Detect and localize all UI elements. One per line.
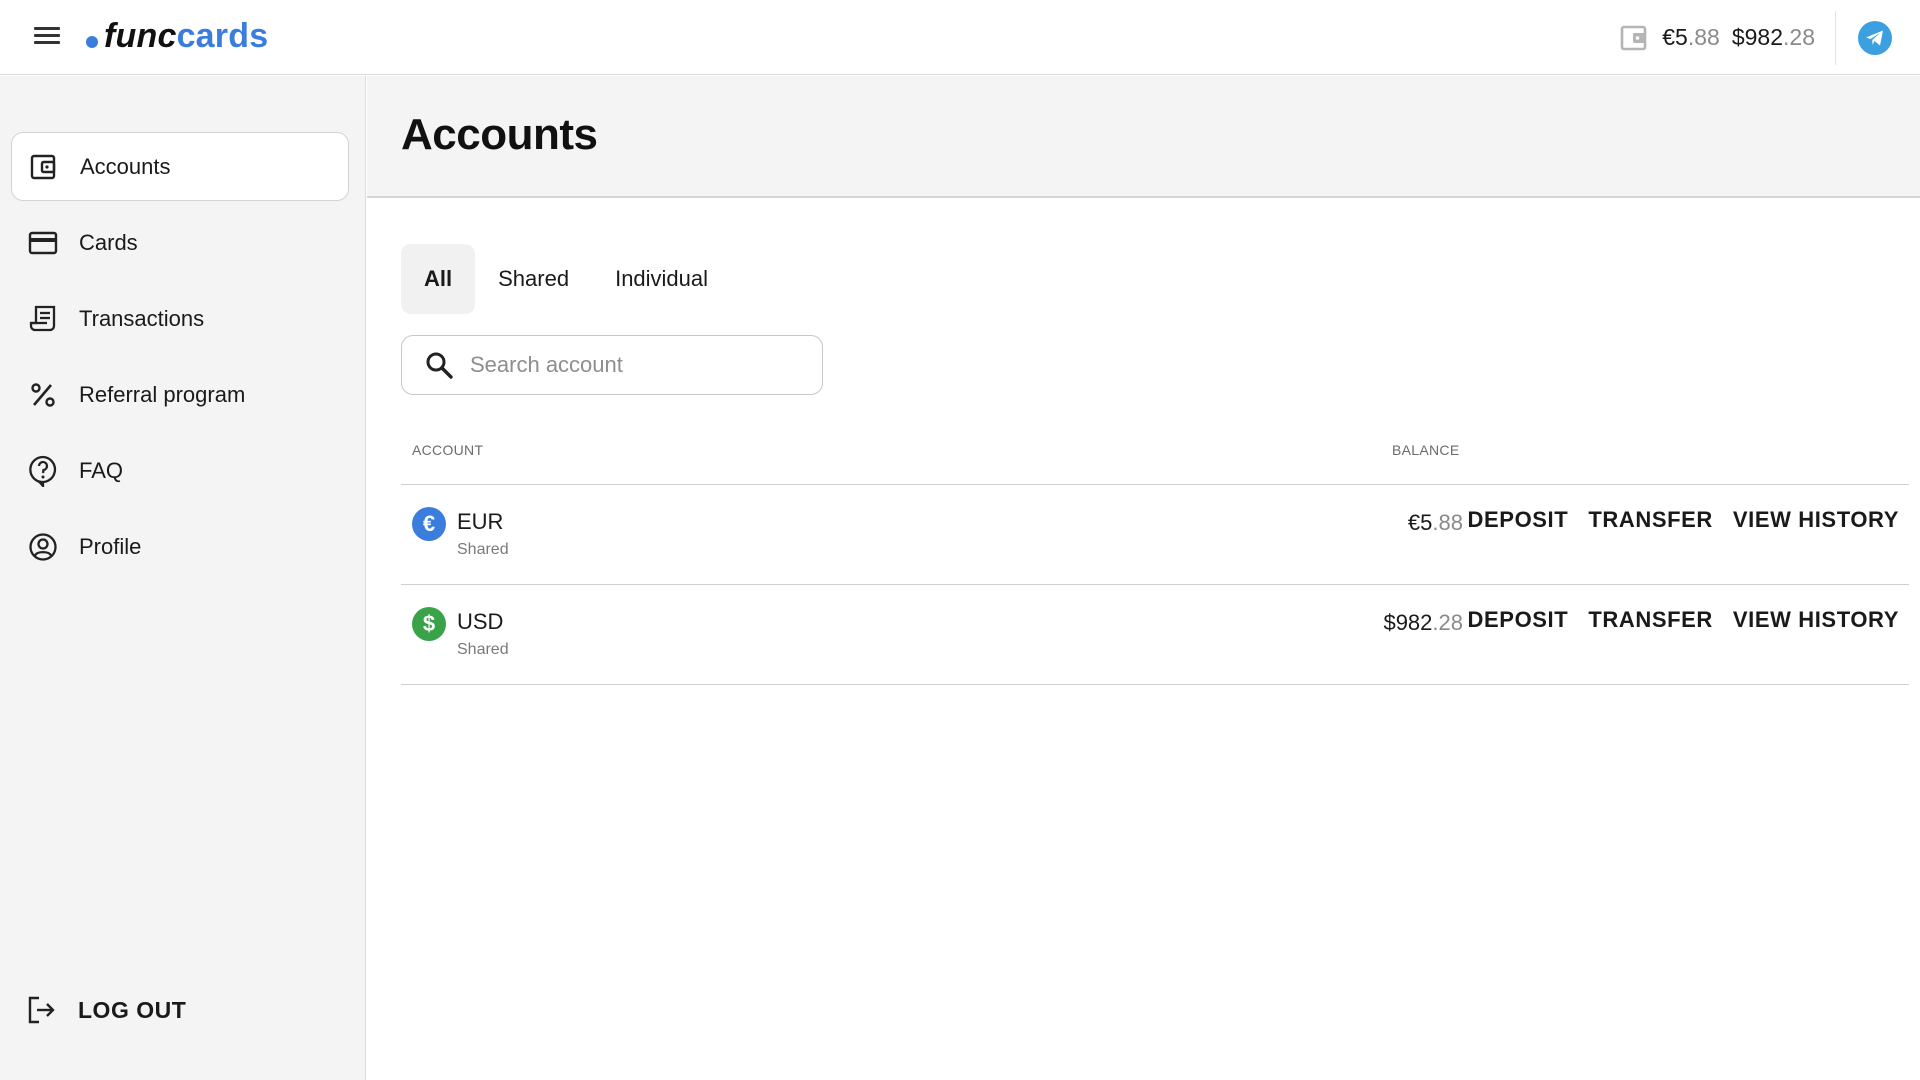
euro-symbol: € (422, 511, 436, 536)
account-filter-tabs: All Shared Individual (401, 244, 731, 314)
logo[interactable]: func cards (86, 14, 268, 58)
logo-dot (86, 36, 98, 48)
account-code: USD (457, 609, 504, 634)
balance-int: $982 (1383, 610, 1433, 635)
header-balance-usd: $982.28 (1732, 24, 1815, 51)
telegram-icon (1866, 30, 1883, 45)
sidebar-item-label: Cards (79, 229, 138, 255)
sidebar: Accounts Cards Transactions Referral pro… (0, 76, 366, 1080)
sidebar-item-label: Accounts (80, 153, 171, 179)
logout-icon (28, 996, 55, 1024)
sidebar-item-referral[interactable]: Referral program (11, 360, 349, 429)
top-header: func cards €5.88 $982.28 (0, 0, 1920, 75)
logout-button[interactable]: LOG OUT (26, 994, 186, 1026)
sidebar-item-label: Transactions (79, 305, 205, 331)
sidebar-item-profile[interactable]: Profile (11, 512, 349, 581)
column-header-balance: BALANCE (1392, 442, 1460, 458)
search-input[interactable] (470, 352, 800, 378)
sidebar-item-transactions[interactable]: Transactions (11, 284, 349, 353)
deposit-button[interactable]: DEPOSIT (1468, 507, 1569, 533)
credit-card-icon (27, 227, 59, 259)
account-type: Shared (457, 541, 509, 558)
header-balance-eur-dec: .88 (1687, 24, 1720, 50)
account-code: EUR (457, 509, 504, 534)
header-balances: €5.88 $982.28 (1620, 0, 1920, 75)
row-actions: DEPOSIT TRANSFER VIEW HISTORY (1448, 607, 1899, 633)
column-header-account: ACCOUNT (412, 442, 484, 458)
tab-shared[interactable]: Shared (475, 244, 592, 314)
wallet-icon (28, 151, 60, 183)
row-actions: DEPOSIT TRANSFER VIEW HISTORY (1448, 507, 1899, 533)
percent-icon (27, 379, 59, 411)
sidebar-item-cards[interactable]: Cards (11, 208, 349, 277)
logo-text-cards: cards (176, 16, 269, 55)
tab-all[interactable]: All (401, 244, 476, 314)
sidebar-item-label: Referral program (79, 381, 246, 407)
help-bubble-icon (27, 455, 59, 487)
account-type: Shared (457, 641, 509, 658)
view-history-button[interactable]: VIEW HISTORY (1733, 607, 1899, 633)
table-row-eur[interactable]: € EUR Shared €5.88 DEPOSIT TRANSFER VIEW… (401, 485, 1909, 585)
sidebar-item-label: Profile (79, 533, 142, 559)
search-icon (426, 352, 453, 379)
hamburger-menu-icon[interactable] (32, 24, 62, 48)
view-history-button[interactable]: VIEW HISTORY (1733, 507, 1899, 533)
user-circle-icon (27, 531, 59, 563)
search-box (401, 335, 823, 395)
page-header: Accounts (367, 76, 1920, 198)
table-row-usd[interactable]: $ USD Shared $982.28 DEPOSIT TRANSFER VI… (401, 585, 1909, 685)
euro-icon: € (412, 507, 446, 541)
tab-individual[interactable]: Individual (592, 244, 731, 314)
header-balance-usd-int: $982 (1731, 24, 1784, 50)
transfer-button[interactable]: TRANSFER (1588, 607, 1713, 633)
telegram-button[interactable] (1858, 20, 1892, 55)
logo-text-func: func (104, 16, 177, 55)
dollar-symbol: $ (422, 611, 436, 636)
sidebar-item-label: FAQ (79, 457, 124, 483)
deposit-button[interactable]: DEPOSIT (1468, 607, 1569, 633)
receipt-icon (27, 303, 59, 335)
transfer-button[interactable]: TRANSFER (1588, 507, 1713, 533)
balance-int: €5 (1407, 510, 1433, 535)
header-balance-usd-dec: .28 (1783, 24, 1815, 50)
header-divider (1835, 10, 1836, 65)
header-balance-eur: €5.88 (1662, 24, 1720, 51)
dollar-icon: $ (412, 607, 446, 641)
header-balance-eur-int: €5 (1662, 24, 1688, 50)
page-title: Accounts (401, 110, 598, 159)
wallet-icon (1620, 25, 1647, 50)
sidebar-item-accounts[interactable]: Accounts (11, 132, 349, 201)
logout-label: LOG OUT (78, 996, 187, 1023)
sidebar-item-faq[interactable]: FAQ (11, 436, 349, 505)
